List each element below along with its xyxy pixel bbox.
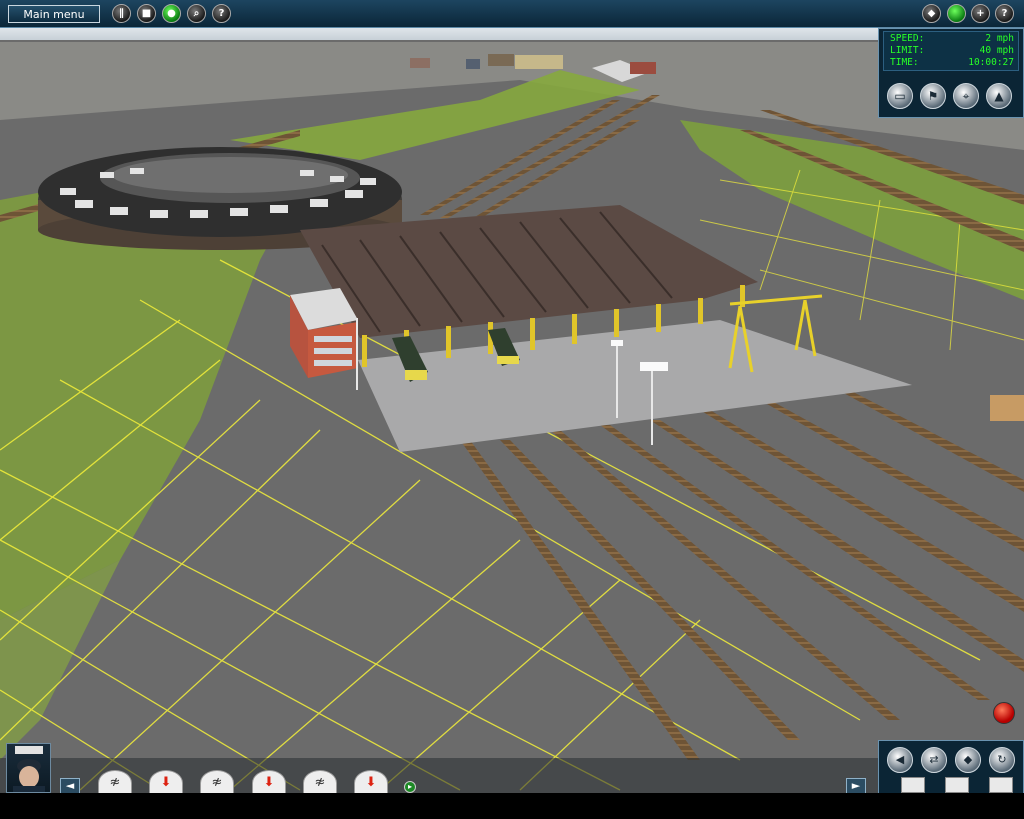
scroll-right-button[interactable]: ► <box>846 778 866 794</box>
world-scene[interactable] <box>0 0 1024 819</box>
switch-icon[interactable]: ⇄ <box>921 747 947 773</box>
hud-info-panel: SPEED: 2 mph LIMIT: 40 mph TIME: 10:00:2… <box>883 31 1019 71</box>
driver-hud: SPEED: 2 mph LIMIT: 40 mph TIME: 10:00:2… <box>878 28 1024 118</box>
camera-icon[interactable]: ⌖ <box>953 83 979 109</box>
bottom-border <box>0 793 1024 819</box>
train-view-icon[interactable]: ▭ <box>887 83 913 109</box>
zoom-icon[interactable]: ⌕ <box>187 4 206 23</box>
timetable-icon[interactable] <box>901 777 925 793</box>
refresh-icon[interactable]: ↻ <box>989 747 1015 773</box>
flag-icon[interactable]: ⚑ <box>920 83 946 109</box>
main-menu-button[interactable]: Main menu <box>8 5 100 23</box>
driver-avatar[interactable] <box>6 743 51 793</box>
stop-icon[interactable]: ■ <box>137 4 156 23</box>
limit-label: LIMIT: <box>890 45 925 56</box>
control-panel: ◀ ⇄ ◆ ↻ <box>878 740 1024 794</box>
speed-label: SPEED: <box>890 33 925 44</box>
emergency-stop-icon[interactable] <box>993 702 1015 724</box>
record-icon[interactable]: ● <box>162 4 181 23</box>
layers-icon[interactable]: ◆ <box>922 4 941 23</box>
direction-icon[interactable]: ◆ <box>955 747 981 773</box>
orders-icon[interactable] <box>989 777 1013 793</box>
pause-icon[interactable]: ∥ <box>112 4 131 23</box>
help-icon-right[interactable]: ? <box>995 4 1014 23</box>
time-label: TIME: <box>890 57 919 68</box>
compass-icon[interactable]: ▲ <box>986 83 1012 109</box>
speed-value: 2 mph <box>985 33 1014 44</box>
top-toolbar: Main menu ∥ ■ ● ⌕ ? ◆ + ? <box>0 0 1024 28</box>
scroll-left-button[interactable]: ◄ <box>60 778 80 794</box>
sound-icon[interactable]: ◀ <box>887 747 913 773</box>
document-icon[interactable] <box>945 777 969 793</box>
limit-value: 40 mph <box>979 45 1014 56</box>
go-icon[interactable]: ▸ <box>404 781 416 793</box>
add-icon[interactable]: + <box>971 4 990 23</box>
status-light-icon[interactable] <box>947 4 966 23</box>
help-icon[interactable]: ? <box>212 4 231 23</box>
time-value: 10:00:27 <box>968 57 1014 68</box>
game-viewport[interactable] <box>0 0 1024 819</box>
